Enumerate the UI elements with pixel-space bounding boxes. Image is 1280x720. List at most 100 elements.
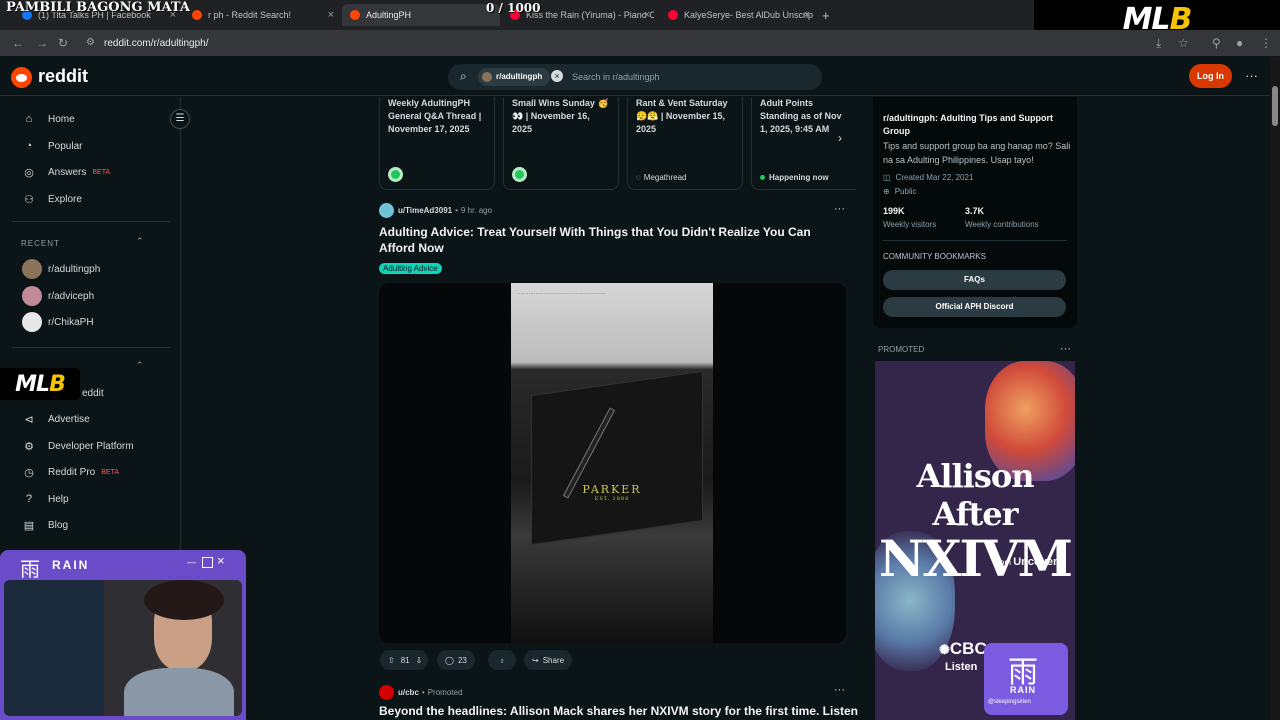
reddit-icon	[192, 10, 202, 20]
url-field[interactable]: reddit.com/r/adultingph/	[104, 38, 209, 49]
extensions-icon[interactable]: ⚲	[1212, 36, 1221, 50]
cbc-avatar[interactable]	[379, 685, 394, 700]
stream-overlay-counter: 0 / 1000	[486, 1, 541, 15]
reddit-logo-text[interactable]: reddit	[38, 66, 88, 87]
more-options-icon[interactable]: ···	[1245, 68, 1258, 83]
user-avatar[interactable]	[379, 203, 394, 218]
scrollbar[interactable]	[1270, 57, 1280, 720]
sidebar-item-home[interactable]: ⌂ Home	[22, 109, 75, 129]
divider	[883, 240, 1067, 241]
chikaph-avatar	[22, 312, 42, 332]
sidebar-item-adviceph[interactable]: r/adviceph	[22, 286, 94, 306]
parker-pen-photo: ········································…	[511, 283, 713, 643]
chevron-up-icon[interactable]: ⌃	[136, 360, 144, 371]
streamer-shirt	[124, 668, 234, 716]
sidebar-item-help[interactable]: ? Help	[22, 489, 69, 509]
comment-icon: ◯	[445, 655, 454, 665]
rain-glyph-icon: 雨	[20, 559, 40, 581]
chevron-up-icon[interactable]: ⌃	[136, 236, 144, 247]
post-flair[interactable]: Adulting Advice	[379, 263, 442, 274]
ad-options-icon[interactable]: ···	[1060, 343, 1071, 355]
close-tab-icon[interactable]: ×	[804, 9, 810, 21]
bookmarks-heading: COMMUNITY BOOKMARKS	[883, 252, 986, 261]
tab-adultingph[interactable]: AdultingPH	[342, 4, 500, 26]
box-label-print: ········································…	[517, 291, 606, 297]
site-info-icon[interactable]: ⚙	[86, 37, 95, 48]
award-button[interactable]: ♁	[488, 650, 516, 670]
webcam-titlebar: 雨 RAIN — ×	[0, 550, 246, 581]
streamer-hair	[144, 580, 224, 620]
post-options-icon[interactable]: ···	[834, 203, 845, 215]
sidebar-item-chikaph[interactable]: r/ChikaPH	[22, 312, 94, 332]
scrollbar-thumb[interactable]	[1272, 86, 1278, 126]
download-icon[interactable]: ⤓	[1156, 36, 1161, 51]
divider	[12, 347, 170, 348]
sidebar-item-about-reddit[interactable]: eddit	[82, 383, 104, 403]
menu-icon[interactable]: ⋮	[1260, 36, 1272, 50]
pen-box	[531, 370, 703, 546]
visitors-count: 199K	[883, 206, 905, 216]
sidebar-item-answers[interactable]: ◎ Answers BETA	[22, 162, 110, 182]
clear-chip-icon[interactable]: ×	[551, 70, 563, 82]
tab-kalyeserye[interactable]: KalyeSerye- Best AlDub Unscrip ×	[662, 4, 814, 26]
created-date: ◫ Created Mar 22, 2021	[883, 173, 974, 182]
sidebar-item-advertise[interactable]: ⊲ Advertise	[22, 409, 89, 429]
community-info-panel: r/adultingph: Adulting Tips and Support …	[873, 97, 1077, 328]
help-icon: ?	[25, 493, 33, 505]
sidebar-item-developer-platform[interactable]: ⚙ Developer Platform	[22, 436, 134, 456]
close-tab-icon[interactable]: ×	[328, 9, 334, 21]
collapse-sidebar-icon[interactable]: ☰	[170, 109, 190, 129]
developer-icon: ⚙	[24, 440, 34, 453]
tab-reddit-search[interactable]: r ph - Reddit Search! ×	[186, 4, 338, 26]
profile-icon[interactable]: ●	[1236, 36, 1243, 50]
stream-overlay-title: PAMBILI BAGONG MATA	[6, 0, 190, 15]
sidebar-item-blog[interactable]: ▤ Blog	[22, 515, 68, 535]
cbc-logo: ✺CBC	[939, 639, 987, 658]
community-title: r/adultingph: Adulting Tips and Support …	[883, 113, 1053, 136]
minimize-icon: —	[187, 557, 196, 567]
bookmark-discord-button[interactable]: Official APH Discord	[883, 297, 1066, 317]
contributions-count: 3.7K	[965, 206, 985, 216]
bookmark-star-icon[interactable]: ☆	[1178, 36, 1189, 50]
highlight-card[interactable]: Weekly AdultingPH General Q&A Thread | N…	[379, 97, 495, 190]
comments-button[interactable]: ◯ 23	[437, 650, 475, 670]
live-dot-icon	[760, 175, 765, 180]
sidebar-item-reddit-pro[interactable]: ◷ Reddit Pro BETA	[22, 462, 119, 482]
cbc-gem-icon: ✺	[939, 642, 950, 657]
forward-icon[interactable]: →	[36, 36, 48, 50]
sidebar-item-adultingph[interactable]: r/adultingph	[22, 259, 100, 279]
sidebar-item-popular[interactable]: ◔ Popular	[22, 136, 83, 156]
share-button[interactable]: ↪ Share	[524, 650, 573, 670]
sidebar-item-explore[interactable]: ⚇ Explore	[22, 189, 82, 209]
close-tab-icon[interactable]: ×	[644, 9, 650, 21]
carousel-next-icon[interactable]: ›	[829, 127, 851, 149]
subreddit-search-chip[interactable]: r/adultingph	[478, 68, 551, 86]
reload-icon[interactable]: ↻	[58, 36, 68, 50]
youtube-icon	[668, 10, 678, 20]
blog-icon: ▤	[23, 519, 35, 532]
promoted-post-title[interactable]: Beyond the headlines: Allison Mack share…	[379, 704, 858, 718]
webcam-overlay: 雨 RAIN — ×	[0, 550, 246, 720]
highlight-card[interactable]: Rant & Vent Saturday 😮‍💨😤 | November 15,…	[627, 97, 743, 190]
reddit-logo-icon[interactable]	[11, 67, 32, 88]
search-input[interactable]: ⌕ r/adultingph × Search in r/adultingph	[448, 64, 822, 90]
new-tab-button[interactable]: +	[822, 4, 838, 26]
adviceph-avatar	[22, 286, 42, 306]
bookmark-faqs-button[interactable]: FAQs	[883, 270, 1066, 290]
maximize-icon	[202, 557, 213, 568]
post-image[interactable]: ········································…	[379, 283, 846, 643]
downvote-icon[interactable]: ⇩	[416, 656, 423, 665]
promoted-post-meta: u/cbc • Promoted	[379, 685, 462, 700]
back-icon[interactable]: ←	[12, 36, 24, 50]
explore-icon: ⚇	[24, 193, 34, 206]
visibility: ⊕ Public	[883, 187, 917, 196]
post-options-icon[interactable]: ···	[834, 684, 845, 696]
login-button[interactable]: Log In	[1189, 64, 1232, 88]
close-icon: ×	[217, 553, 225, 568]
reddit-header: reddit ⌕ r/adultingph × Search in r/adul…	[0, 57, 1270, 96]
highlight-card[interactable]: Small Wins Sunday 🥳👀 | November 16, 2025	[503, 97, 619, 190]
ad-listen: Listen	[945, 661, 978, 673]
megathread-icon: ◌	[636, 173, 641, 182]
post-title[interactable]: Adulting Advice: Treat Yourself With Thi…	[379, 224, 839, 256]
upvote-icon[interactable]: ⇧	[388, 656, 395, 665]
